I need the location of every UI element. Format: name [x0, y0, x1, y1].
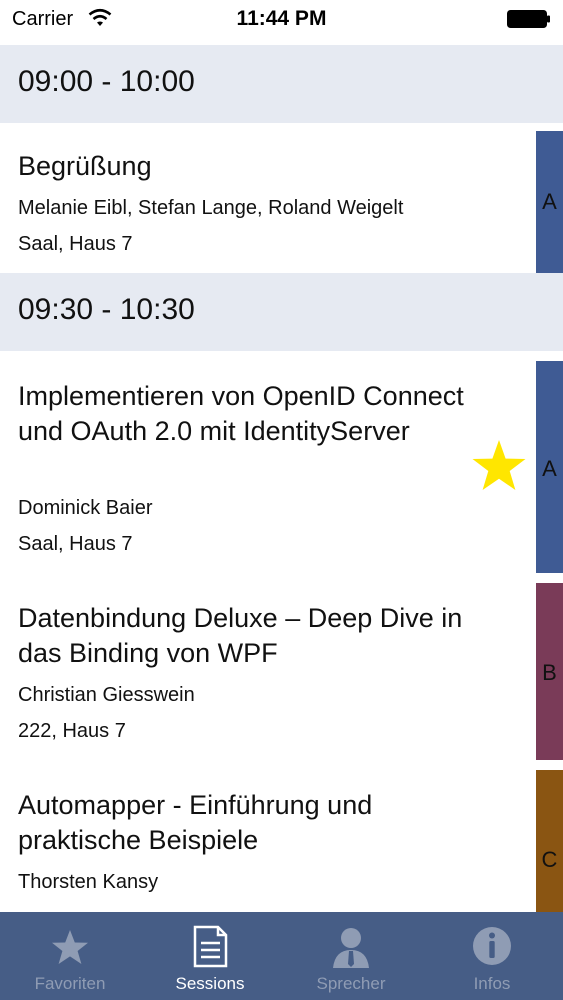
- battery-icon: [507, 10, 550, 28]
- track-label: B: [542, 660, 557, 685]
- session-room: Saal, Haus 7: [18, 533, 133, 555]
- track-indicator: A: [536, 131, 563, 273]
- track-label: A: [542, 456, 557, 481]
- session-row[interactable]: Datenbindung Deluxe – Deep Dive in das B…: [0, 573, 563, 760]
- session-title: Implementieren von OpenID Connect und OA…: [18, 381, 464, 446]
- session-list[interactable]: 09:00 - 10:00 Begrüßung Melanie Eibl, St…: [0, 40, 563, 912]
- tab-favoriten[interactable]: Favoriten: [0, 912, 140, 1000]
- session-room: Saal, Haus 7: [18, 233, 133, 255]
- session-speaker: Christian Giesswein: [18, 684, 195, 706]
- track-indicator: C: [536, 770, 563, 912]
- session-row[interactable]: Implementieren von OpenID Connect und OA…: [0, 351, 563, 573]
- track-indicator: A: [536, 361, 563, 573]
- tab-label: Favoriten: [34, 974, 106, 993]
- session-title: Datenbindung Deluxe – Deep Dive in das B…: [18, 603, 463, 668]
- section-header: 09:00 - 10:00: [0, 45, 563, 123]
- session-row[interactable]: Automapper - Einführung und praktische B…: [0, 760, 563, 912]
- section-time-range: 09:30 - 10:30: [18, 293, 195, 326]
- tab-sprecher[interactable]: Sprecher: [281, 912, 421, 1000]
- session-speaker: Dominick Baier: [18, 497, 153, 519]
- clock: 11:44 PM: [236, 7, 327, 30]
- session-title: Begrüßung: [18, 151, 152, 181]
- status-bar: Carrier 11:44 PM: [0, 0, 563, 40]
- favorite-star-icon[interactable]: [471, 439, 527, 493]
- tab-infos[interactable]: Infos: [422, 912, 562, 1000]
- tab-label: Infos: [473, 974, 511, 993]
- tab-bar: Favoriten Sessions Sprecher Infos: [0, 912, 563, 1000]
- document-icon: [193, 925, 228, 968]
- session-room: 222, Haus 7: [18, 720, 126, 742]
- session-row[interactable]: Begrüßung Melanie Eibl, Stefan Lange, Ro…: [0, 123, 563, 273]
- session-speaker: Thorsten Kansy: [18, 871, 159, 893]
- track-indicator: B: [536, 583, 563, 760]
- tab-label: Sprecher: [316, 974, 386, 993]
- tab-sessions[interactable]: Sessions: [140, 912, 280, 1000]
- track-label: C: [541, 847, 558, 872]
- section-time-range: 09:00 - 10:00: [18, 65, 195, 98]
- session-title: Automapper - Einführung und praktische B…: [18, 790, 373, 855]
- star-icon: [52, 930, 88, 964]
- person-icon: [333, 928, 369, 968]
- info-icon: [473, 927, 511, 965]
- section-header: 09:30 - 10:30: [0, 273, 563, 351]
- tab-label: Sessions: [175, 974, 245, 993]
- track-label: A: [542, 189, 557, 214]
- session-speaker: Melanie Eibl, Stefan Lange, Roland Weige…: [18, 197, 404, 219]
